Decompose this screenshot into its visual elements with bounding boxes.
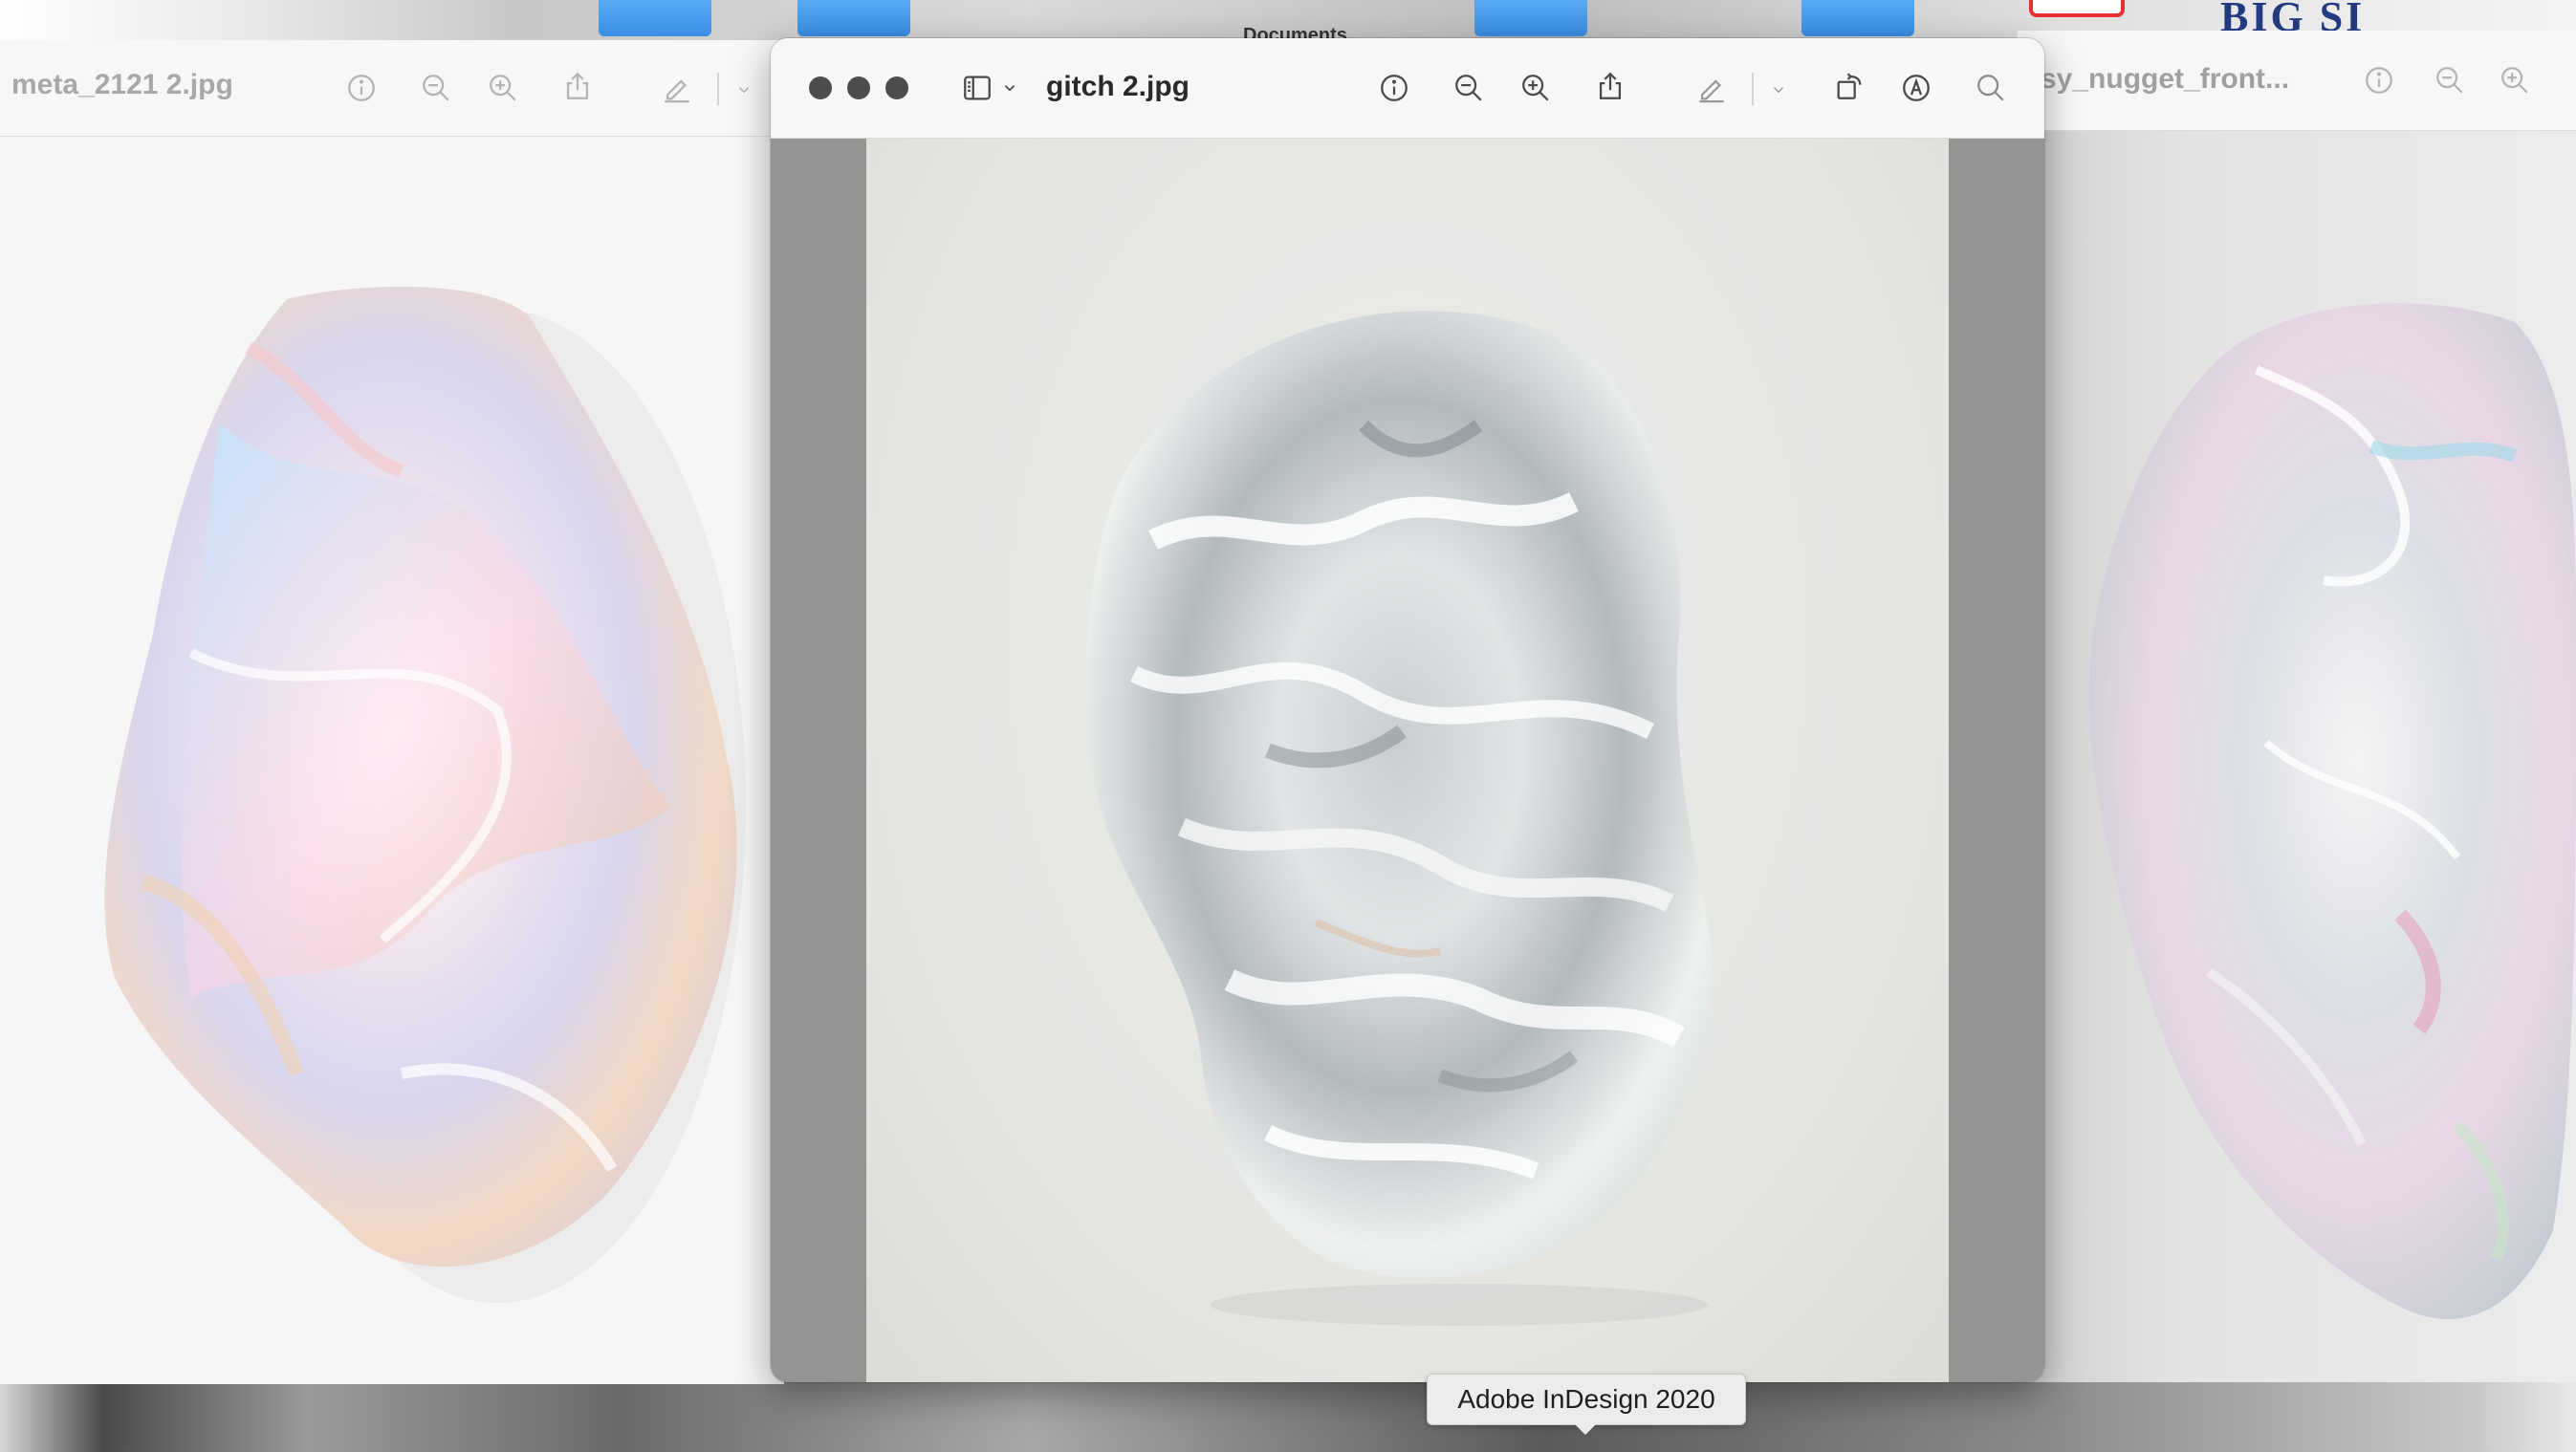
zoom-out-icon[interactable] <box>2429 59 2471 101</box>
zoom-out-icon[interactable] <box>415 67 457 109</box>
desktop-folder-icon[interactable] <box>797 0 910 36</box>
window-toolbar: sy_nugget_front... <box>2018 31 2576 131</box>
desktop-folder-icon[interactable] <box>599 0 711 36</box>
desktop-folder-icon[interactable] <box>1474 0 1587 36</box>
desktop: Documents BIG SI meta_2121 2.jpg sy_nugg… <box>0 0 2576 1452</box>
toolbar-divider <box>1752 73 1754 105</box>
zoom-in-icon[interactable] <box>2494 59 2536 101</box>
preview-window-left[interactable]: meta_2121 2.jpg <box>0 40 784 1384</box>
preview-window-right[interactable]: sy_nugget_front... <box>2018 31 2576 1382</box>
window-toolbar: gitch 2.jpg <box>771 38 2044 139</box>
info-icon[interactable] <box>340 67 382 109</box>
image-viewer-area <box>0 137 784 1384</box>
share-icon[interactable] <box>557 65 599 107</box>
window-title: sy_nugget_front... <box>2041 63 2290 95</box>
desktop-bottom-strip <box>0 1382 2576 1452</box>
zoom-in-icon[interactable] <box>1515 67 1557 109</box>
info-icon[interactable] <box>1373 67 1415 109</box>
search-icon[interactable] <box>1970 67 2012 109</box>
minimize-window-button[interactable] <box>847 76 870 99</box>
zoom-out-icon[interactable] <box>1448 67 1490 109</box>
iridescent-sculpture-image <box>2088 303 2576 1320</box>
zoom-in-icon[interactable] <box>482 67 524 109</box>
markup-pen-icon[interactable] <box>1691 67 1733 109</box>
desktop-badge <box>2029 0 2125 17</box>
chevron-down-icon[interactable] <box>1769 80 1788 99</box>
image-viewer-area <box>771 139 2044 1382</box>
white-sculpture-image <box>1085 311 1714 1326</box>
sidebar-icon[interactable] <box>956 67 998 109</box>
info-icon[interactable] <box>2358 59 2400 101</box>
iridescent-sculpture-image <box>104 286 746 1303</box>
tooltip-arrow <box>1574 1423 1597 1435</box>
photo-canvas <box>866 139 1949 1382</box>
markup-pen-icon[interactable] <box>656 67 698 109</box>
dock-tooltip: Adobe InDesign 2020 <box>1427 1374 1746 1425</box>
preview-window-active[interactable]: gitch 2.jpg <box>771 38 2044 1382</box>
rotate-icon[interactable] <box>1828 65 1870 107</box>
markup-circle-icon[interactable] <box>1895 67 1937 109</box>
share-icon[interactable] <box>1589 65 1631 107</box>
chevron-down-icon[interactable] <box>1000 78 1019 98</box>
window-title: gitch 2.jpg <box>1046 71 1190 102</box>
close-window-button[interactable] <box>809 76 832 99</box>
desktop-folder-icon[interactable] <box>1801 0 1914 36</box>
window-title: meta_2121 2.jpg <box>11 69 233 100</box>
chevron-down-icon[interactable] <box>734 80 753 99</box>
window-toolbar: meta_2121 2.jpg <box>0 40 784 137</box>
image-viewer-area <box>2018 131 2576 1382</box>
zoom-window-button[interactable] <box>885 76 908 99</box>
toolbar-divider <box>717 73 719 105</box>
